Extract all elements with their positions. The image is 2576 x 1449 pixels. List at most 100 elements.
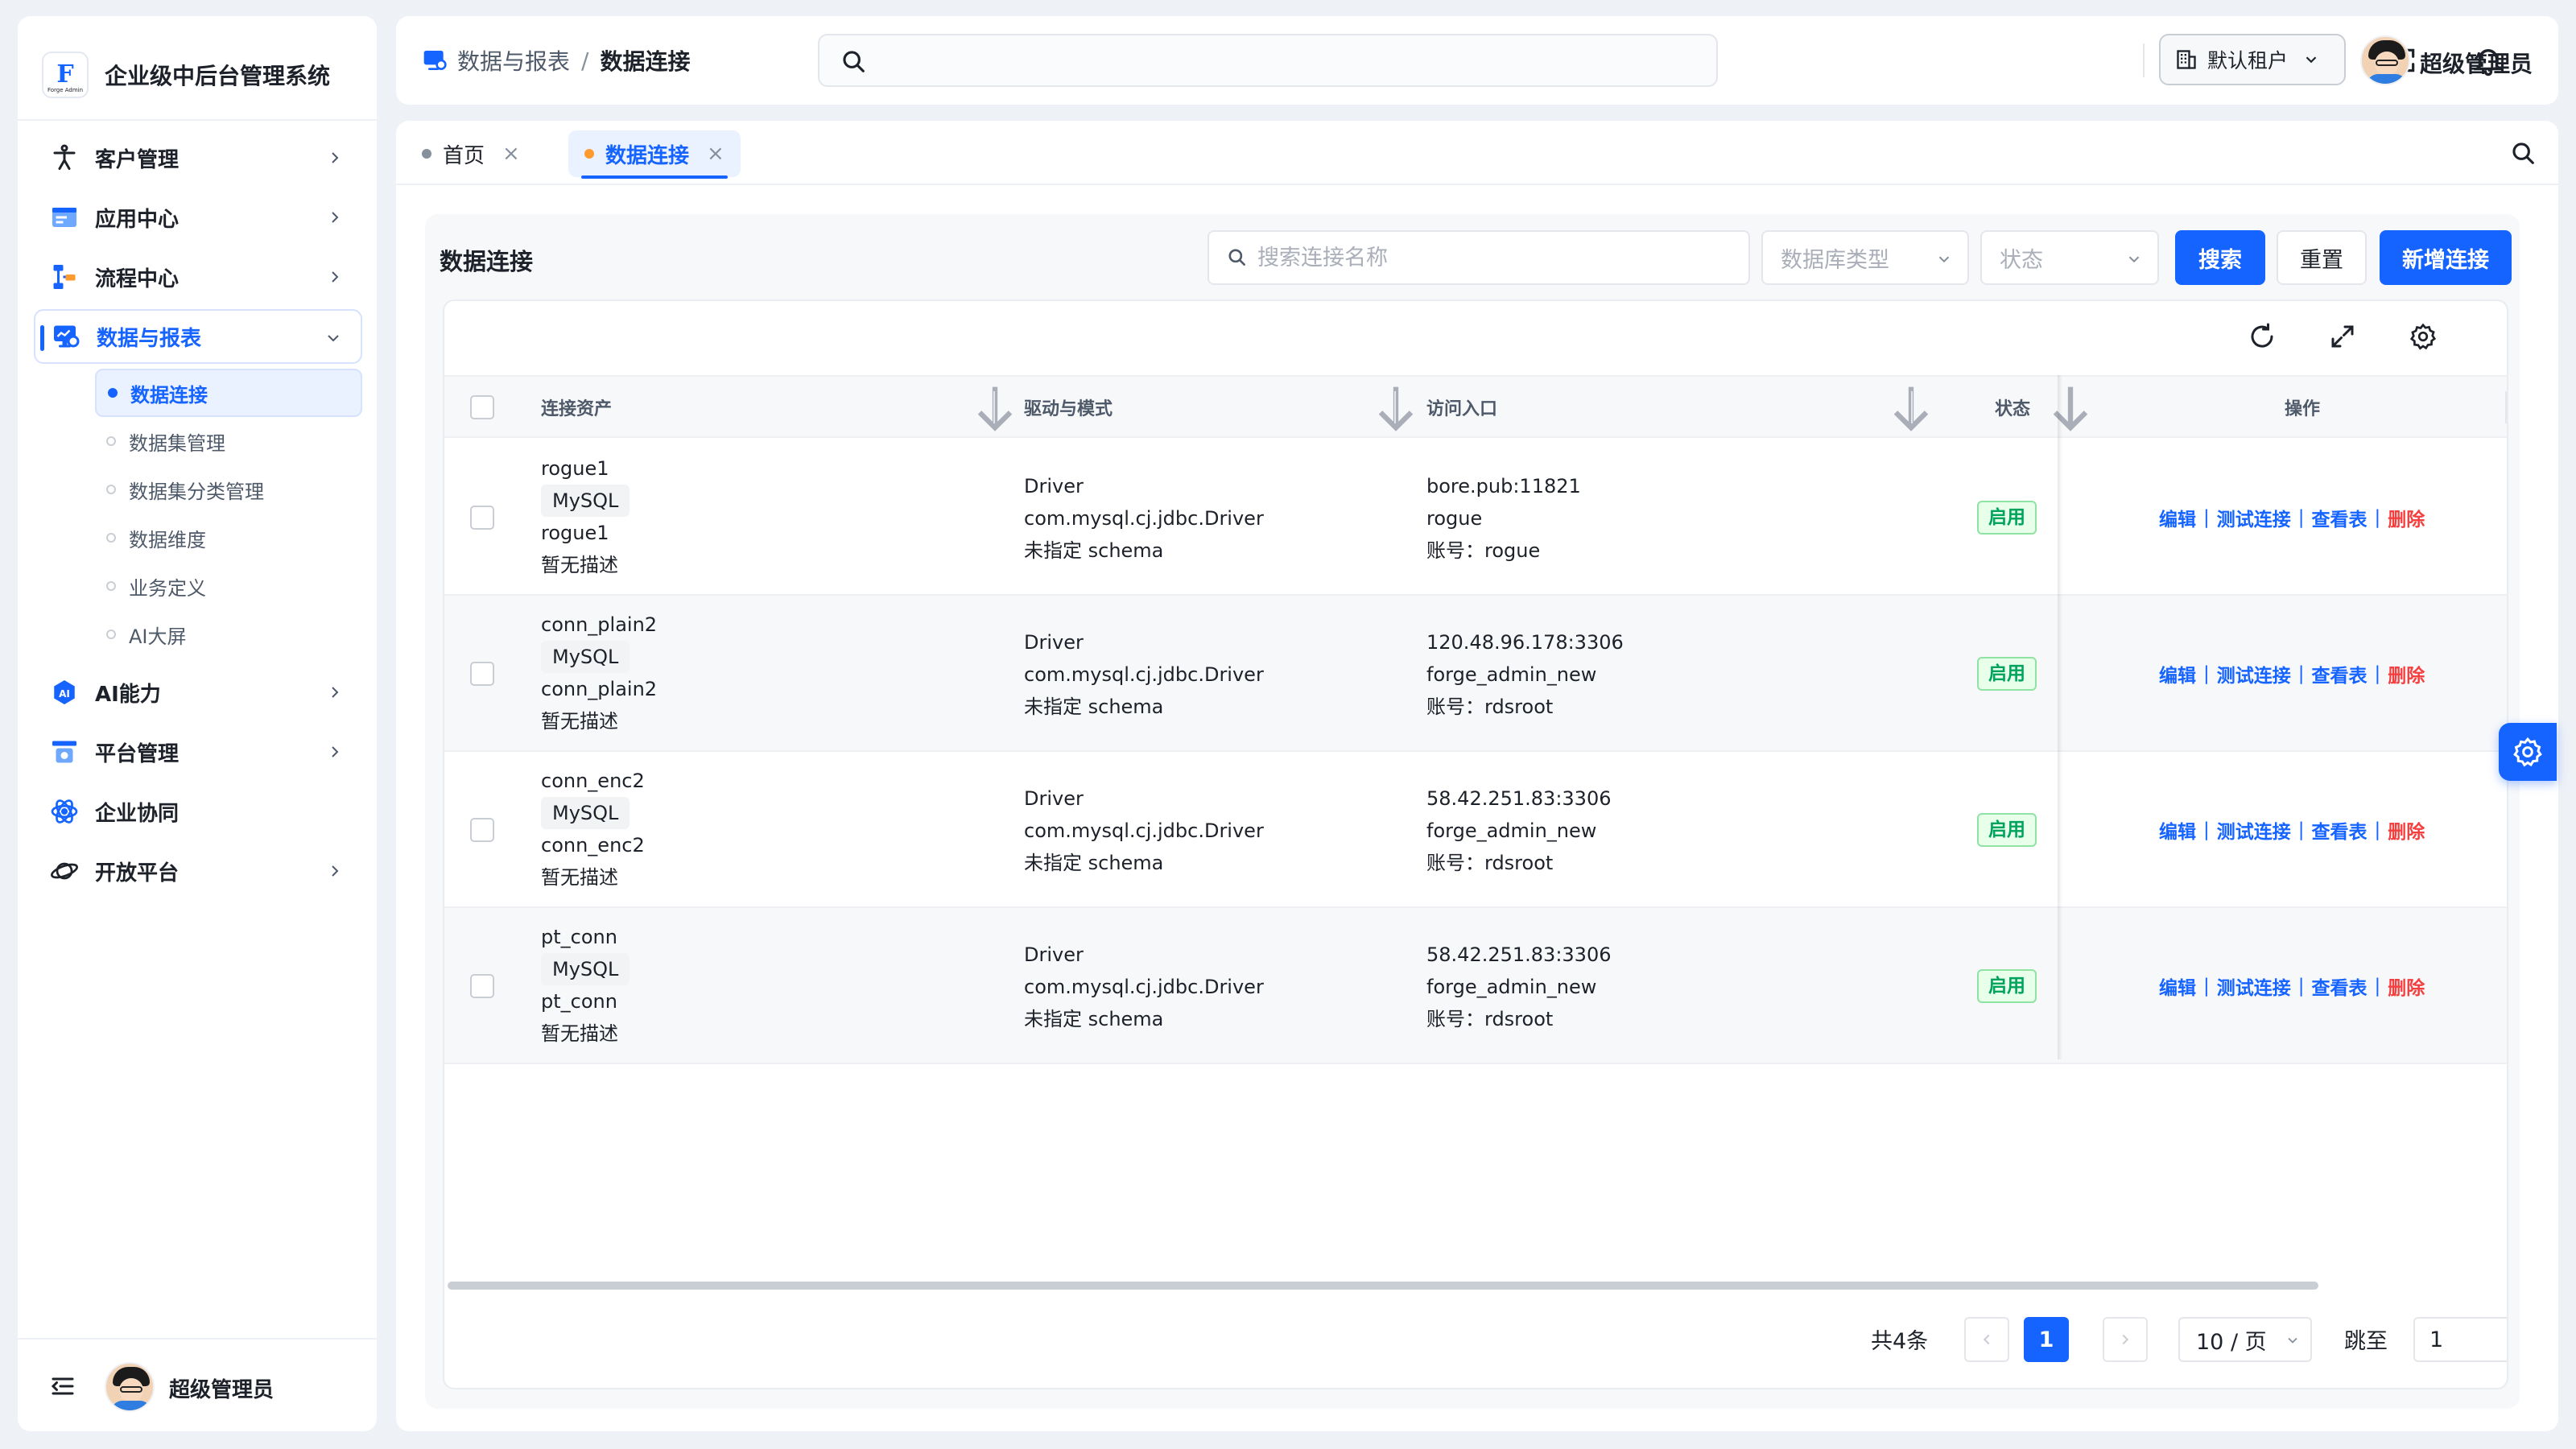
close-icon[interactable]: ×: [502, 143, 520, 164]
connection-name[interactable]: rogue1: [541, 452, 630, 485]
col-header-status[interactable]: 状态: [1995, 377, 2030, 438]
sidebar-item-data-report[interactable]: 数据与报表: [34, 309, 362, 364]
delete-link[interactable]: 删除: [2388, 816, 2425, 844]
gear-icon: [2513, 737, 2542, 767]
row-checkbox[interactable]: [470, 506, 494, 530]
search-icon[interactable]: [2510, 140, 2537, 167]
chevron-right-icon: [332, 746, 339, 758]
account-label: 账号：rdsroot: [1426, 852, 1554, 874]
col-header-driver[interactable]: 驱动与模式: [1024, 377, 1113, 438]
view-tables-link[interactable]: 查看表: [2312, 504, 2368, 531]
connection-alias: conn_plain2: [541, 678, 658, 700]
separator: |: [2297, 976, 2305, 997]
next-page-button[interactable]: [2103, 1317, 2148, 1362]
submenu-item-dataset[interactable]: 数据集管理: [95, 417, 362, 465]
account-label: 账号：rdsroot: [1426, 696, 1554, 718]
avatar[interactable]: [2360, 35, 2410, 85]
schema-label: 未指定 schema: [1024, 539, 1164, 562]
view-tables-link[interactable]: 查看表: [2312, 816, 2368, 844]
avatar[interactable]: [105, 1362, 155, 1412]
connection-search-field[interactable]: [1208, 230, 1750, 285]
edit-link[interactable]: 编辑: [2159, 504, 2196, 531]
sidebar-item-collab[interactable]: 企业协同: [34, 784, 362, 839]
endpoint-cell: 58.42.251.83:3306 forge_admin_new 账号：rds…: [1426, 939, 1611, 1035]
submenu-item-dimension[interactable]: 数据维度: [95, 514, 362, 562]
global-search-input[interactable]: [818, 34, 1718, 87]
page-size-select[interactable]: 10 / 页: [2178, 1317, 2312, 1362]
brand[interactable]: F Forge Admin 企业级中后台管理系统: [42, 39, 330, 111]
sidebar-item-flow-center[interactable]: 流程中心: [34, 250, 362, 304]
test-connection-link[interactable]: 测试连接: [2217, 660, 2291, 687]
page-title: 数据连接: [440, 248, 534, 275]
breadcrumb-item[interactable]: 数据与报表: [457, 44, 570, 76]
row-checkbox[interactable]: [470, 818, 494, 842]
sidebar-item-label: AI能力: [95, 682, 161, 707]
prev-page-button[interactable]: [1964, 1317, 2009, 1362]
view-tables-link[interactable]: 查看表: [2312, 972, 2368, 1000]
delete-link[interactable]: 删除: [2388, 660, 2425, 687]
sidebar-item-app-center[interactable]: 应用中心: [34, 190, 362, 245]
jump-page-input[interactable]: [2413, 1317, 2507, 1362]
expand-icon[interactable]: [2328, 322, 2357, 351]
divider: [993, 391, 995, 423]
row-actions: 编辑 | 测试连接 | 查看表 | 删除: [2159, 501, 2425, 535]
horizontal-scrollbar[interactable]: [448, 1282, 2318, 1290]
connection-alias: conn_enc2: [541, 834, 645, 857]
test-connection-link[interactable]: 测试连接: [2217, 504, 2291, 531]
divider: [1394, 391, 1396, 423]
sidebar-item-platform[interactable]: 平台管理: [34, 724, 362, 779]
row-actions: 编辑 | 测试连接 | 查看表 | 删除: [2159, 969, 2425, 1003]
logo: F Forge Admin: [42, 52, 89, 98]
connection-name[interactable]: conn_plain2: [541, 609, 657, 641]
settings-float-button[interactable]: [2499, 723, 2557, 781]
row-checkbox[interactable]: [470, 662, 494, 686]
refresh-icon[interactable]: [2248, 322, 2277, 351]
tab-home[interactable]: 首页 ×: [406, 130, 536, 177]
row-checkbox[interactable]: [470, 974, 494, 998]
sidebar-item-open-platform[interactable]: 开放平台: [34, 844, 362, 898]
tab-data-connection[interactable]: 数据连接 ×: [568, 130, 741, 179]
menu-fold-icon[interactable]: [48, 1372, 77, 1401]
connection-desc: 暂无描述: [541, 866, 618, 889]
test-connection-link[interactable]: 测试连接: [2217, 972, 2291, 1000]
db-type-select[interactable]: 数据库类型: [1761, 230, 1969, 285]
sidebar-item-customer[interactable]: 客户管理: [34, 130, 362, 185]
bullet-icon: [106, 436, 116, 446]
close-icon[interactable]: ×: [707, 143, 724, 164]
header-user-name[interactable]: 超级管理员: [2420, 47, 2533, 79]
col-header-asset[interactable]: 连接资产: [541, 377, 612, 438]
add-connection-button[interactable]: 新增连接: [2380, 230, 2512, 285]
sort-icon[interactable]: [1365, 377, 1426, 438]
page-button-current[interactable]: 1: [2024, 1317, 2069, 1362]
select-all-checkbox[interactable]: [470, 395, 494, 419]
search-button[interactable]: 搜索: [2175, 230, 2265, 285]
sort-icon[interactable]: [2040, 377, 2101, 438]
driver-cell: Driver com.mysql.cj.jdbc.Driver 未指定 sche…: [1024, 470, 1264, 567]
sidebar-item-ai[interactable]: AI AI能力: [34, 665, 362, 720]
submenu-item-data-connection[interactable]: 数据连接: [95, 369, 362, 417]
delete-link[interactable]: 删除: [2388, 504, 2425, 531]
edit-link[interactable]: 编辑: [2159, 660, 2196, 687]
view-tables-link[interactable]: 查看表: [2312, 660, 2368, 687]
sort-icon[interactable]: [964, 377, 1026, 438]
test-connection-link[interactable]: 测试连接: [2217, 816, 2291, 844]
connection-name[interactable]: conn_enc2: [541, 765, 645, 797]
reset-button[interactable]: 重置: [2277, 230, 2367, 285]
connection-name[interactable]: pt_conn: [541, 921, 630, 953]
edit-link[interactable]: 编辑: [2159, 816, 2196, 844]
logo-subtitle: Forge Admin: [47, 87, 84, 93]
edit-link[interactable]: 编辑: [2159, 972, 2196, 1000]
flow-icon: [48, 261, 80, 293]
submenu-item-ai-screen[interactable]: AI大屏: [95, 610, 362, 658]
submenu-item-business-def[interactable]: 业务定义: [95, 562, 362, 610]
col-header-endpoint[interactable]: 访问入口: [1426, 377, 1497, 438]
divider: [18, 119, 377, 121]
status-select[interactable]: 状态: [1980, 230, 2159, 285]
submenu-item-dataset-category[interactable]: 数据集分类管理: [95, 465, 362, 514]
select-placeholder: 数据库类型: [1781, 247, 1889, 273]
connection-search-input[interactable]: [1257, 245, 1724, 270]
tenant-select[interactable]: 默认租户: [2159, 34, 2346, 85]
select-placeholder: 状态: [2000, 247, 2043, 273]
gear-icon[interactable]: [2409, 322, 2438, 351]
delete-link[interactable]: 删除: [2388, 972, 2425, 1000]
